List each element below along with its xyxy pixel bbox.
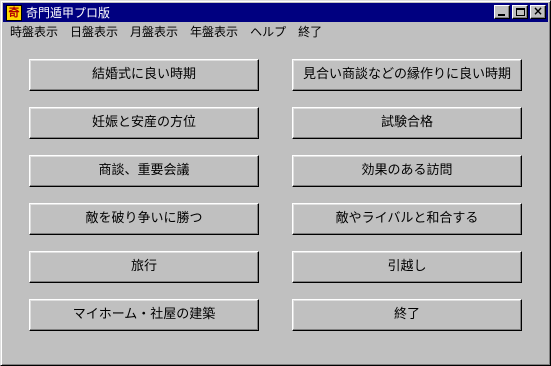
menu-help[interactable]: ヘルプ: [244, 23, 292, 41]
title-bar[interactable]: 奇 奇門遁甲プロ版 ×: [3, 3, 548, 22]
business-meeting-button[interactable]: 商談、重要会議: [29, 155, 259, 187]
close-button[interactable]: ×: [530, 4, 546, 19]
exam-pass-button[interactable]: 試験合格: [292, 107, 522, 139]
maximize-icon: [516, 8, 525, 16]
close-icon: ×: [532, 4, 544, 18]
app-icon[interactable]: 奇: [6, 4, 22, 21]
exit-button[interactable]: 終了: [292, 299, 522, 331]
menu-exit[interactable]: 終了: [292, 23, 328, 41]
menu-bar: 時盤表示 日盤表示 月盤表示 年盤表示 ヘルプ 終了: [4, 23, 548, 41]
effective-visit-button[interactable]: 効果のある訪問: [292, 155, 522, 187]
defeat-enemy-button[interactable]: 敵を破り争いに勝つ: [29, 203, 259, 235]
moving-button[interactable]: 引越し: [292, 251, 522, 283]
minimize-icon: [498, 14, 505, 16]
matchmaking-timing-button[interactable]: 見合い商談などの縁作りに良い時期: [292, 59, 522, 91]
minimize-button[interactable]: [494, 5, 510, 19]
wedding-timing-button[interactable]: 結婚式に良い時期: [29, 59, 259, 91]
menu-day-chart[interactable]: 日盤表示: [64, 23, 124, 41]
pregnancy-direction-button[interactable]: 妊娠と安産の方位: [29, 107, 259, 139]
menu-hour-chart[interactable]: 時盤表示: [4, 23, 64, 41]
travel-button[interactable]: 旅行: [29, 251, 259, 283]
window-controls: ×: [494, 4, 546, 19]
menu-year-chart[interactable]: 年盤表示: [184, 23, 244, 41]
window-title: 奇門遁甲プロ版: [26, 6, 111, 20]
maximize-button[interactable]: [512, 5, 528, 19]
menu-month-chart[interactable]: 月盤表示: [124, 23, 184, 41]
reconcile-rival-button[interactable]: 敵やライバルと和合する: [292, 203, 522, 235]
app-window: 奇 奇門遁甲プロ版 × 時盤表示 日盤表示 月盤表示 年盤表示 ヘルプ 終了 結…: [0, 0, 551, 366]
home-building-button[interactable]: マイホーム・社屋の建築: [29, 299, 259, 331]
